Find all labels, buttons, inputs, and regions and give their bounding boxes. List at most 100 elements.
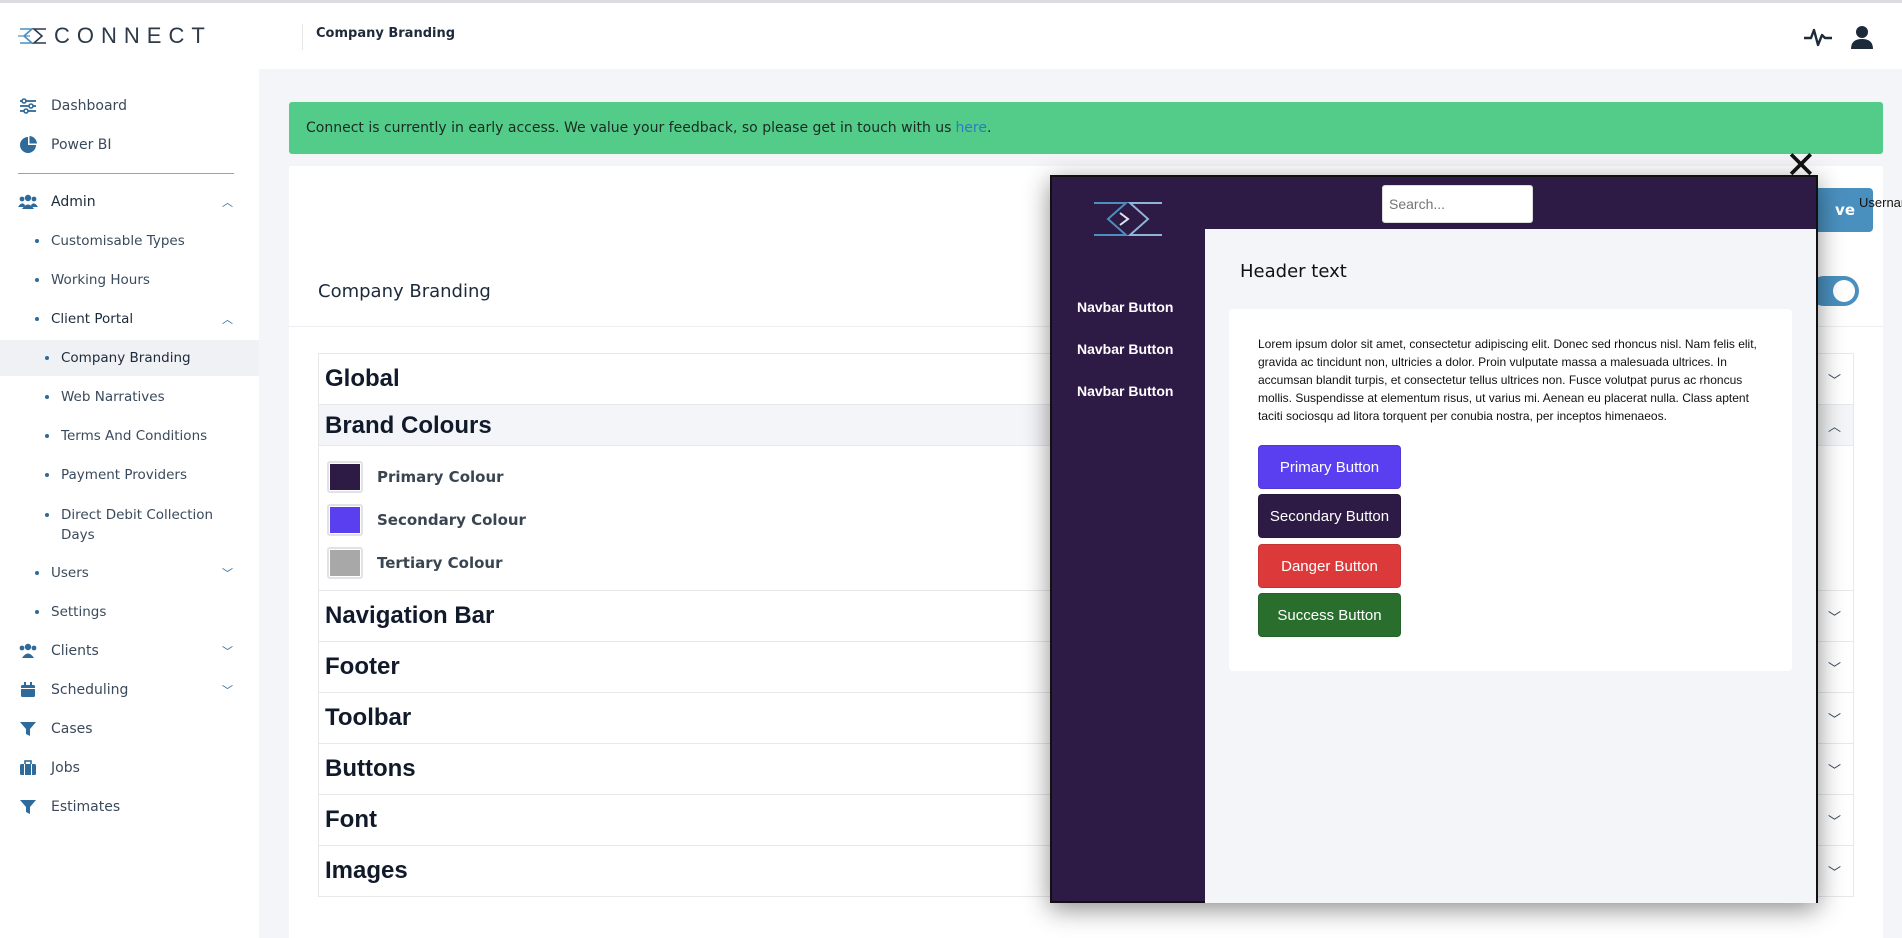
chevron-down-icon: ﹀ bbox=[1827, 865, 1841, 881]
sidebar-item-label: Admin bbox=[51, 194, 96, 210]
filter-icon bbox=[18, 797, 38, 817]
sidebar-item-cases[interactable]: Cases bbox=[0, 711, 259, 747]
chevron-down-icon: ﹀ bbox=[222, 645, 233, 658]
section-title: Navigation Bar bbox=[325, 602, 495, 629]
top-header: Company Branding bbox=[259, 3, 1902, 69]
users-icon bbox=[18, 192, 38, 212]
sidebar-item-company-branding[interactable]: Company Branding bbox=[0, 340, 259, 376]
sidebar-item-terms-and-conditions[interactable]: Terms And Conditions bbox=[0, 418, 259, 454]
preview-secondary-button[interactable]: Secondary Button bbox=[1258, 494, 1401, 538]
chevron-down-icon: ﹀ bbox=[1827, 814, 1841, 830]
calendar-icon bbox=[18, 680, 38, 700]
sidebar-divider bbox=[18, 173, 234, 174]
sidebar-item-estimates[interactable]: Estimates bbox=[0, 789, 259, 825]
colour-label: Tertiary Colour bbox=[377, 554, 503, 572]
sidebar-item-jobs[interactable]: Jobs bbox=[0, 750, 259, 786]
branding-preview-modal: Username Navbar Button Navbar Button Nav… bbox=[1050, 175, 1902, 903]
sidebar-item-payment-providers[interactable]: Payment Providers bbox=[0, 457, 259, 493]
sidebar-item-customisable-types[interactable]: Customisable Types bbox=[0, 223, 259, 259]
early-access-banner: Connect is currently in early access. We… bbox=[289, 102, 1883, 154]
preview-search-input[interactable] bbox=[1382, 185, 1533, 223]
sidebar: CONNECT Dashboard Power BI Admin ︿ Custo… bbox=[0, 3, 259, 938]
chevron-down-icon: ﹀ bbox=[1827, 610, 1841, 626]
feedback-link[interactable]: here bbox=[955, 120, 987, 136]
sidebar-item-label: Customisable Types bbox=[51, 233, 185, 249]
preview-navbar-button[interactable]: Navbar Button bbox=[1077, 341, 1173, 357]
bullet-icon bbox=[45, 356, 49, 360]
chevron-down-icon: ﹀ bbox=[1827, 373, 1841, 389]
chevron-up-icon: ︿ bbox=[222, 313, 233, 326]
sidebar-item-clients[interactable]: Clients ﹀ bbox=[0, 633, 259, 669]
sidebar-item-label: Power BI bbox=[51, 137, 112, 153]
header-divider bbox=[302, 24, 303, 50]
preview-panel: Lorem ipsum dolor sit amet, consectetur … bbox=[1229, 309, 1792, 671]
users-icon bbox=[18, 641, 38, 661]
sidebar-item-label: Cases bbox=[51, 721, 93, 737]
bullet-icon bbox=[45, 473, 49, 477]
tertiary-colour-swatch[interactable] bbox=[327, 547, 363, 579]
chevron-down-icon: ﹀ bbox=[222, 684, 233, 697]
preview-username: Username bbox=[1859, 195, 1902, 210]
sidebar-item-settings[interactable]: Settings bbox=[0, 594, 259, 630]
bullet-icon bbox=[35, 571, 39, 575]
preview-primary-button[interactable]: Primary Button bbox=[1258, 445, 1401, 489]
sidebar-item-label: Estimates bbox=[51, 799, 121, 815]
section-title: Brand Colours bbox=[325, 411, 492, 439]
user-account-icon[interactable] bbox=[1848, 23, 1876, 51]
app-logo[interactable]: CONNECT bbox=[18, 23, 212, 49]
sidebar-item-dashboard[interactable]: Dashboard bbox=[0, 88, 259, 124]
bullet-icon bbox=[45, 395, 49, 399]
card-title: Company Branding bbox=[318, 281, 491, 302]
sidebar-item-scheduling[interactable]: Scheduling ﹀ bbox=[0, 672, 259, 708]
tertiary-colour-row: Tertiary Colour bbox=[327, 547, 502, 579]
preview-header-text: Header text bbox=[1240, 261, 1347, 282]
secondary-colour-swatch[interactable] bbox=[327, 504, 363, 536]
sidebar-item-admin[interactable]: Admin ︿ bbox=[0, 184, 259, 220]
filter-icon bbox=[18, 719, 38, 739]
close-icon[interactable]: ✕ bbox=[1785, 146, 1817, 184]
save-button-label: ve bbox=[1835, 201, 1855, 219]
briefcase-icon bbox=[18, 758, 38, 778]
sidebar-item-client-portal[interactable]: Client Portal ︿ bbox=[0, 301, 259, 337]
chevron-up-icon: ︿ bbox=[222, 196, 233, 209]
sidebar-item-web-narratives[interactable]: Web Narratives bbox=[0, 379, 259, 415]
preview-danger-button[interactable]: Danger Button bbox=[1258, 544, 1401, 588]
sidebar-item-label: Terms And Conditions bbox=[61, 428, 208, 444]
sliders-icon bbox=[18, 96, 38, 116]
chevron-up-icon: ︿ bbox=[1827, 420, 1841, 435]
bullet-icon bbox=[35, 278, 39, 282]
sidebar-item-working-hours[interactable]: Working Hours bbox=[0, 262, 259, 298]
sidebar-item-users[interactable]: Users ﹀ bbox=[0, 555, 259, 591]
preview-success-button[interactable]: Success Button bbox=[1258, 593, 1401, 637]
preview-navbar-button[interactable]: Navbar Button bbox=[1077, 383, 1173, 399]
primary-colour-swatch[interactable] bbox=[327, 461, 363, 493]
sidebar-item-label: Jobs bbox=[51, 760, 80, 776]
activity-icon[interactable] bbox=[1804, 23, 1832, 51]
bullet-icon bbox=[45, 513, 49, 517]
bullet-icon bbox=[35, 239, 39, 243]
sidebar-item-label: Settings bbox=[51, 604, 107, 620]
section-title: Footer bbox=[325, 653, 400, 680]
section-title: Buttons bbox=[325, 755, 416, 782]
sidebar-item-label: Clients bbox=[51, 643, 99, 659]
chevron-down-icon: ﹀ bbox=[1827, 712, 1841, 728]
preview-content: Header text Lorem ipsum dolor sit amet, … bbox=[1205, 229, 1816, 903]
page-title: Company Branding bbox=[316, 26, 456, 41]
sidebar-item-power-bi[interactable]: Power BI bbox=[0, 127, 259, 163]
preview-navbar-button[interactable]: Navbar Button bbox=[1077, 299, 1173, 315]
banner-text: Connect is currently in early access. We… bbox=[306, 120, 952, 136]
sidebar-item-direct-debit[interactable]: Direct Debit Collection Days bbox=[0, 500, 259, 548]
banner-end: . bbox=[987, 120, 992, 136]
sidebar-item-label: Direct Debit Collection Days bbox=[61, 507, 214, 543]
sidebar-item-label: Scheduling bbox=[51, 682, 129, 698]
primary-colour-row: Primary Colour bbox=[327, 461, 504, 493]
bullet-icon bbox=[35, 317, 39, 321]
section-title: Font bbox=[325, 806, 377, 833]
sidebar-item-label: Dashboard bbox=[51, 98, 127, 114]
chevron-down-icon: ﹀ bbox=[222, 567, 233, 580]
sidebar-item-label: Web Narratives bbox=[61, 389, 165, 405]
secondary-colour-row: Secondary Colour bbox=[327, 504, 526, 536]
section-title: Toolbar bbox=[325, 704, 412, 731]
logo-text: CONNECT bbox=[54, 23, 212, 48]
preview-logo-icon bbox=[1094, 202, 1162, 236]
